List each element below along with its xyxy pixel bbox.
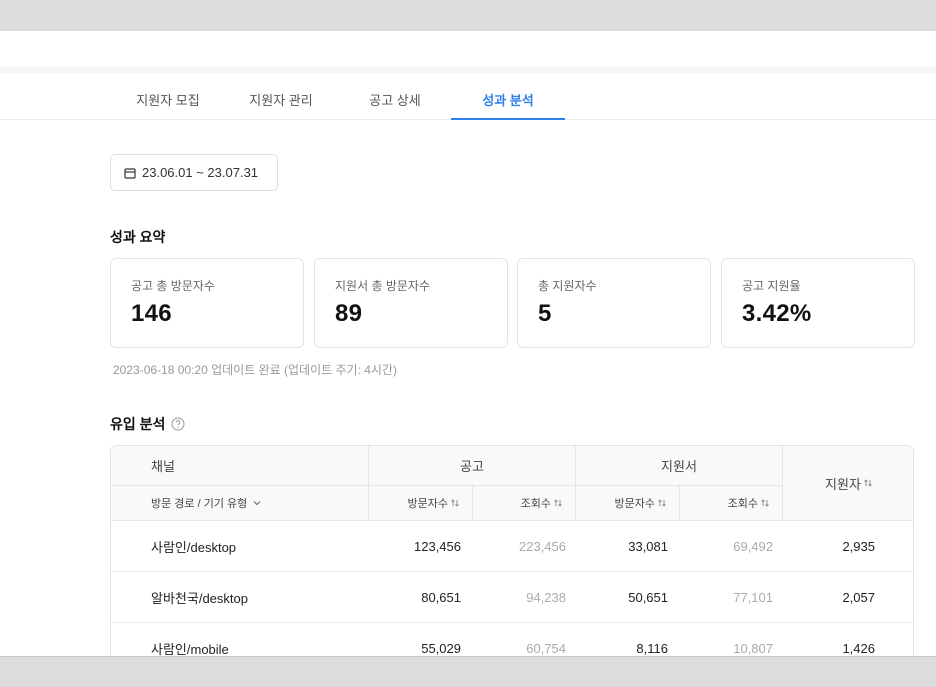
page: 지원자 모집 지원자 관리 공고 상세 성과 분석 23.06.01 ~ 23.… <box>0 31 936 656</box>
sort-icon[interactable] <box>657 498 667 508</box>
route-device-label: 방문 경로 / 기기 유형 <box>151 498 248 510</box>
cell-application-visitors: 50,651 <box>628 590 668 605</box>
window-bottom-bar <box>0 656 936 687</box>
header-application-views: 조회수 <box>680 486 783 521</box>
cell-application-views: 10,807 <box>733 641 773 656</box>
header-posting: 공고 <box>369 446 576 486</box>
card-label: 지원서 총 방문자수 <box>335 279 430 293</box>
window-top-bar <box>0 0 936 31</box>
header-posting-views-label: 조회수 <box>520 498 551 510</box>
route-device-filter[interactable]: 방문 경로 / 기기 유형 <box>111 486 369 521</box>
card-value: 89 <box>335 300 363 327</box>
cell-channel: 사람인/mobile <box>151 642 229 656</box>
cell-application-visitors: 8,116 <box>636 641 668 656</box>
date-range-button[interactable]: 23.06.01 ~ 23.07.31 <box>110 154 278 191</box>
header-application-visitors-label: 방문자수 <box>614 498 655 510</box>
sort-icon[interactable] <box>760 498 770 508</box>
summary-card-application-rate: 공고 지원율 3.42% <box>721 258 915 348</box>
summary-card-posting-visitors: 공고 총 방문자수 146 <box>110 258 304 348</box>
header-posting-visitors: 방문자수 <box>369 486 473 521</box>
header-application-visitors: 방문자수 <box>576 486 680 521</box>
card-label: 공고 총 방문자수 <box>131 279 215 293</box>
cell-applicants: 2,057 <box>842 590 875 605</box>
inflow-table: 채널 공고 지원서 지원자 방문 경로 / 기기 유형 방문자수 조회수 방문자… <box>110 445 914 656</box>
header-applicants: 지원자 <box>783 446 913 521</box>
tab-recruit[interactable]: 지원자 모집 <box>122 73 214 120</box>
cell-application-views: 69,492 <box>733 539 773 554</box>
cell-posting-visitors: 80,651 <box>421 590 461 605</box>
card-value: 146 <box>131 300 172 327</box>
cell-posting-visitors: 55,029 <box>421 641 461 656</box>
tab-performance-analysis[interactable]: 성과 분석 <box>451 73 565 120</box>
header-channel: 채널 <box>111 446 369 486</box>
sort-icon[interactable] <box>450 498 460 508</box>
sort-icon[interactable] <box>863 478 873 488</box>
cell-applicants: 2,935 <box>842 539 875 554</box>
update-note: 2023-06-18 00:20 업데이트 완료 (업데이트 주기: 4시간) <box>113 363 397 377</box>
summary-card-application-visitors: 지원서 총 방문자수 89 <box>314 258 508 348</box>
cell-posting-views: 223,456 <box>519 539 566 554</box>
card-label: 총 지원자수 <box>538 279 597 293</box>
tab-applicant-management[interactable]: 지원자 관리 <box>235 73 327 120</box>
inflow-title: 유입 분석 <box>110 414 185 434</box>
header-application-views-label: 조회수 <box>727 498 758 510</box>
tab-bar: 지원자 모집 지원자 관리 공고 상세 성과 분석 <box>0 73 936 120</box>
sort-icon[interactable] <box>553 498 563 508</box>
cell-posting-views: 60,754 <box>526 641 566 656</box>
chevron-down-icon <box>252 498 262 508</box>
calendar-icon <box>124 167 136 179</box>
table-row: 알바천국/desktop 80,651 94,238 50,651 77,101… <box>111 572 913 623</box>
cell-posting-visitors: 123,456 <box>414 539 461 554</box>
summary-title: 성과 요약 <box>110 229 166 245</box>
cell-application-views: 77,101 <box>733 590 773 605</box>
cell-posting-views: 94,238 <box>526 590 566 605</box>
cell-channel: 사람인/desktop <box>151 540 237 555</box>
cell-applicants: 1,426 <box>842 641 875 656</box>
header-posting-views: 조회수 <box>473 486 576 521</box>
card-value: 5 <box>538 300 552 327</box>
header-posting-visitors-label: 방문자수 <box>407 498 448 510</box>
inflow-title-label: 유입 분석 <box>110 416 166 432</box>
table-row: 사람인/mobile 55,029 60,754 8,116 10,807 1,… <box>111 623 913 656</box>
tab-posting-detail[interactable]: 공고 상세 <box>349 73 441 120</box>
help-icon[interactable] <box>171 417 185 431</box>
table-row: 사람인/desktop 123,456 223,456 33,081 69,49… <box>111 521 913 572</box>
date-range-label: 23.06.01 ~ 23.07.31 <box>142 165 259 180</box>
header-applicants-label: 지원자 <box>825 476 861 492</box>
card-value: 3.42% <box>742 300 812 327</box>
cell-channel: 알바천국/desktop <box>151 591 248 606</box>
cell-application-visitors: 33,081 <box>628 539 668 554</box>
header-application: 지원서 <box>576 446 783 486</box>
card-label: 공고 지원율 <box>742 279 801 293</box>
summary-card-total-applicants: 총 지원자수 5 <box>517 258 711 348</box>
